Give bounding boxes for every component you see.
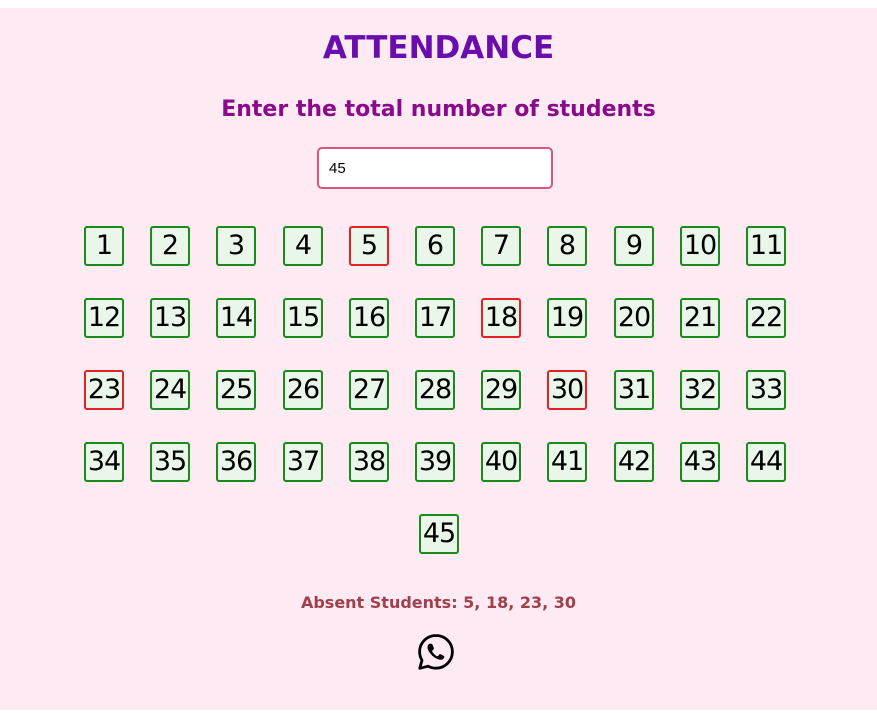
student-box-40[interactable]: 40 xyxy=(481,442,521,482)
student-box-20[interactable]: 20 xyxy=(614,298,654,338)
student-box-34[interactable]: 34 xyxy=(84,442,124,482)
student-box-23[interactable]: 23 xyxy=(84,370,124,410)
student-box-17[interactable]: 17 xyxy=(415,298,455,338)
student-box-5[interactable]: 5 xyxy=(349,226,389,266)
student-box-29[interactable]: 29 xyxy=(481,370,521,410)
student-box-43[interactable]: 43 xyxy=(680,442,720,482)
student-box-39[interactable]: 39 xyxy=(415,442,455,482)
student-box-22[interactable]: 22 xyxy=(746,298,786,338)
student-box-3[interactable]: 3 xyxy=(216,226,256,266)
student-box-38[interactable]: 38 xyxy=(349,442,389,482)
student-box-45[interactable]: 45 xyxy=(419,514,459,554)
student-box-44[interactable]: 44 xyxy=(746,442,786,482)
student-box-25[interactable]: 25 xyxy=(216,370,256,410)
student-box-10[interactable]: 10 xyxy=(680,226,720,266)
student-box-4[interactable]: 4 xyxy=(283,226,323,266)
student-box-31[interactable]: 31 xyxy=(614,370,654,410)
absent-students-summary: Absent Students: 5, 18, 23, 30 xyxy=(300,593,577,612)
student-box-30[interactable]: 30 xyxy=(547,370,587,410)
student-box-36[interactable]: 36 xyxy=(216,442,256,482)
whatsapp-icon xyxy=(418,634,454,670)
student-box-42[interactable]: 42 xyxy=(614,442,654,482)
student-box-7[interactable]: 7 xyxy=(481,226,521,266)
attendance-page: ATTENDANCE Enter the total number of stu… xyxy=(0,8,877,710)
student-box-27[interactable]: 27 xyxy=(349,370,389,410)
student-box-16[interactable]: 16 xyxy=(349,298,389,338)
student-box-24[interactable]: 24 xyxy=(150,370,190,410)
student-box-33[interactable]: 33 xyxy=(746,370,786,410)
student-box-35[interactable]: 35 xyxy=(150,442,190,482)
student-box-11[interactable]: 11 xyxy=(746,226,786,266)
student-box-19[interactable]: 19 xyxy=(547,298,587,338)
student-box-32[interactable]: 32 xyxy=(680,370,720,410)
student-box-37[interactable]: 37 xyxy=(283,442,323,482)
student-box-9[interactable]: 9 xyxy=(614,226,654,266)
student-box-41[interactable]: 41 xyxy=(547,442,587,482)
student-box-18[interactable]: 18 xyxy=(481,298,521,338)
student-box-2[interactable]: 2 xyxy=(150,226,190,266)
student-box-15[interactable]: 15 xyxy=(283,298,323,338)
student-box-14[interactable]: 14 xyxy=(216,298,256,338)
student-box-26[interactable]: 26 xyxy=(283,370,323,410)
student-box-13[interactable]: 13 xyxy=(150,298,190,338)
student-box-1[interactable]: 1 xyxy=(84,226,124,266)
student-box-12[interactable]: 12 xyxy=(84,298,124,338)
student-box-8[interactable]: 8 xyxy=(547,226,587,266)
whatsapp-share-button[interactable] xyxy=(416,632,456,672)
student-box-6[interactable]: 6 xyxy=(415,226,455,266)
student-box-21[interactable]: 21 xyxy=(680,298,720,338)
student-box-28[interactable]: 28 xyxy=(415,370,455,410)
